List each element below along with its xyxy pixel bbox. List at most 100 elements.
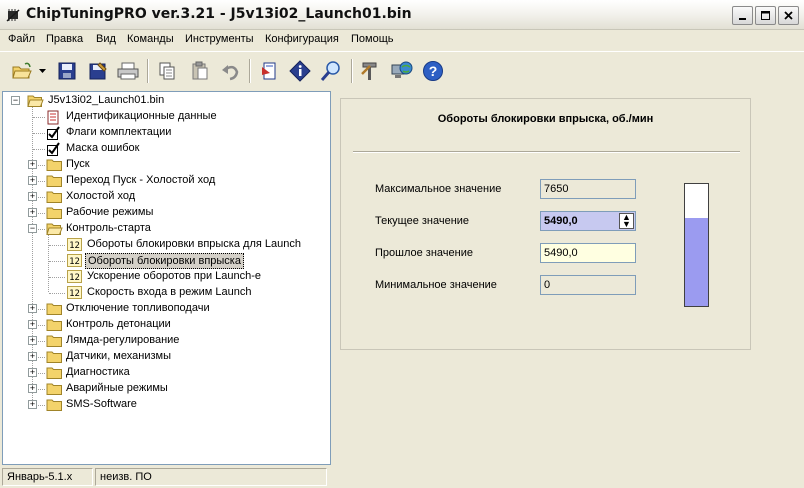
save-as-icon [89,62,107,80]
previous-value-field: 5490,0 [540,243,636,263]
folder-icon [46,334,63,348]
search-icon [320,61,340,81]
open-dropdown-button[interactable] [36,57,50,85]
tree-connector [49,261,65,262]
help-button[interactable]: ? [420,57,446,85]
tree-item[interactable]: 12 Ускорение оборотов при Launch-е [3,269,330,285]
menu-help[interactable]: Помощь [351,33,394,45]
current-value-input[interactable]: 5490,0 ▲ ▼ [540,211,636,231]
copy-button[interactable] [154,57,180,85]
save-button[interactable] [54,57,80,85]
file-tree[interactable]: − J5v13i02_Launch01.bin Идентификационны… [2,91,331,465]
tree-item[interactable]: + Аварийные режимы [3,381,330,397]
bookmark-button[interactable] [256,57,282,85]
toolbar-separator [351,59,353,83]
tree-item-label: Пуск [66,158,90,170]
expand-icon[interactable]: + [28,384,37,393]
expand-icon[interactable]: + [28,368,37,377]
expand-icon[interactable]: + [28,208,37,217]
max-value-label: Максимальное значение [375,183,502,195]
tree-item-label: Маска ошибок [66,142,140,154]
menu-tools[interactable]: Инструменты [185,33,254,45]
paste-button[interactable] [187,57,213,85]
tree-item-label: Диагностика [66,366,130,378]
tree-item[interactable]: + Отключение топливоподачи [3,301,330,317]
tree-item-label: SMS-Software [66,398,137,410]
tree-item[interactable]: + Диагностика [3,365,330,381]
maximize-button[interactable] [755,6,776,25]
collapse-icon[interactable]: − [11,96,20,105]
tree-item[interactable]: + Лямда-регулирование [3,333,330,349]
folder-open-icon [27,95,44,107]
menu-commands[interactable]: Команды [127,33,174,45]
tree-item-label: Отключение топливоподачи [66,302,210,314]
info-button[interactable] [287,57,313,85]
print-button[interactable] [115,57,141,85]
tree-item[interactable]: 12 Скорость входа в режим Launch [3,285,330,301]
folder-icon [46,318,63,332]
tree-item[interactable]: 12 Обороты блокировки впрыска [3,253,330,269]
number-12-icon: 12 [67,270,82,283]
tree-item-label: Датчики, механизмы [66,350,171,362]
min-value-label: Минимальное значение [375,279,497,291]
spin-arrows-icon[interactable]: ▲ ▼ [619,213,634,229]
svg-text:12: 12 [69,289,80,299]
tree-item[interactable]: + Контроль детонации [3,317,330,333]
close-icon [784,11,793,20]
tree-item-label: Обороты блокировки впрыска [85,253,244,269]
value-gauge-fill [685,218,708,306]
menu-edit[interactable]: Правка [46,33,83,45]
undo-icon [222,65,239,81]
tree-connector [33,149,45,150]
tree-item-label: Контроль детонации [66,318,171,330]
dropdown-arrow-icon [39,69,46,73]
tree-item[interactable]: Флаги комплектации [3,125,330,141]
minimize-button[interactable] [732,6,753,25]
globe-computer-icon [391,61,413,78]
expand-icon[interactable]: + [28,352,37,361]
search-button[interactable] [318,57,344,85]
tools-button[interactable] [357,57,383,85]
expand-icon[interactable]: + [28,400,37,409]
help-icon: ? [423,61,443,81]
folder-icon [46,366,63,380]
network-button[interactable] [389,57,415,85]
svg-text:12: 12 [69,257,80,267]
expand-icon[interactable]: + [28,304,37,313]
tree-item[interactable]: + Пуск [3,157,330,173]
tree-connector [49,293,65,294]
tree-item[interactable]: + Датчики, механизмы [3,349,330,365]
tree-item[interactable]: + Рабочие режимы [3,205,330,221]
folder-icon [46,174,63,188]
undo-button[interactable] [217,57,243,85]
expand-icon[interactable]: + [28,176,37,185]
folder-icon [46,398,63,412]
tree-connector [49,277,65,278]
tree-item-label: Рабочие режимы [66,206,154,218]
tree-item[interactable]: Маска ошибок [3,141,330,157]
tree-item[interactable]: 12 Обороты блокировки впрыска для Launch [3,237,330,253]
tree-item-label: Аварийные режимы [66,382,168,394]
expand-icon[interactable]: + [28,192,37,201]
menu-file[interactable]: Файл [8,33,35,45]
tree-item[interactable]: + Переход Пуск - Холостой ход [3,173,330,189]
tree-item[interactable]: Идентификационные данные [3,109,330,125]
menu-view[interactable]: Вид [96,33,116,45]
min-value-field: 0 [540,275,636,295]
tree-item[interactable]: + Холостой ход [3,189,330,205]
close-button[interactable] [778,6,799,25]
open-button[interactable] [9,57,35,85]
tree-item-label: Холостой ход [66,190,136,202]
editor-pane: Обороты блокировки впрыска, об./мин Макс… [333,91,802,465]
save-as-button[interactable] [85,57,111,85]
expand-icon[interactable]: + [28,336,37,345]
folder-icon [46,158,63,172]
menu-configuration[interactable]: Конфигурация [265,33,339,45]
expand-icon[interactable]: + [28,160,37,169]
bookmark-icon [262,62,276,80]
tree-item[interactable]: + SMS-Software [3,397,330,413]
collapse-icon[interactable]: − [28,224,37,233]
tree-item[interactable]: − Контроль-старта [3,221,330,237]
window-title: ChipTuningPRO ver.3.21 - J5v13i02_Launch… [26,6,412,22]
expand-icon[interactable]: + [28,320,37,329]
